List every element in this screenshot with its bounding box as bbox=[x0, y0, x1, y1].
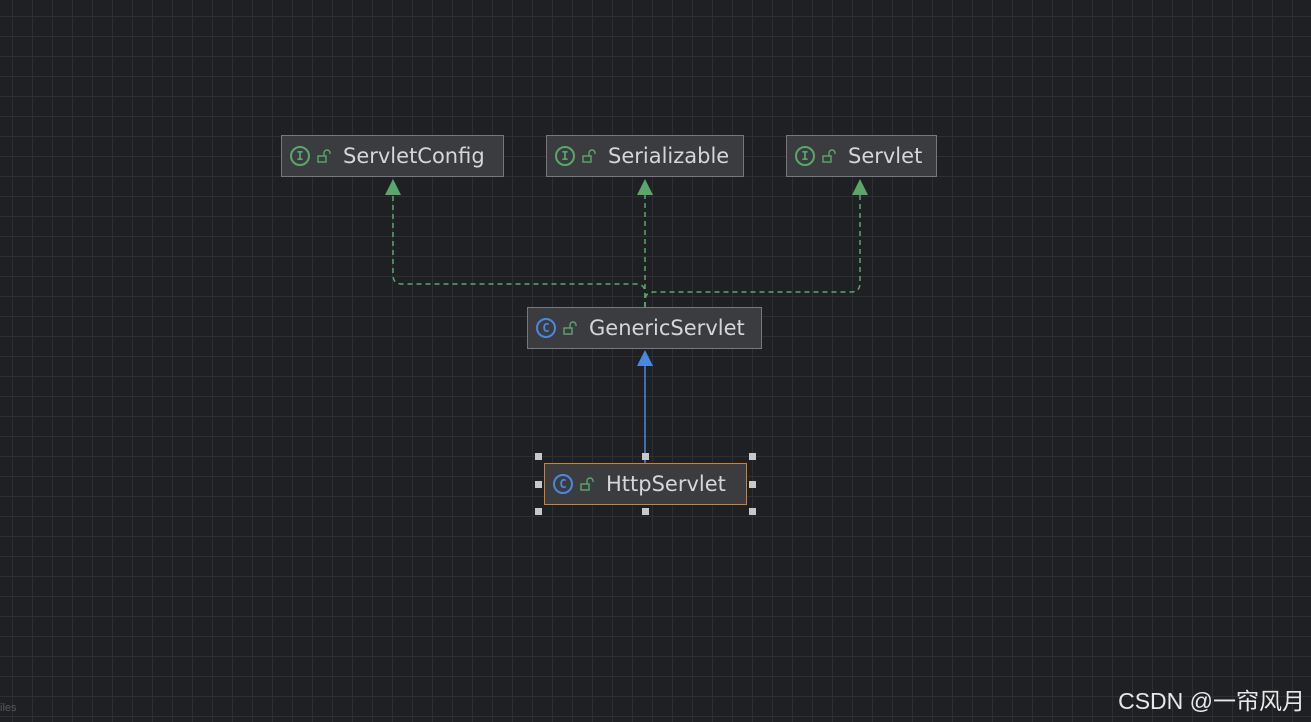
resize-handle-top-left[interactable] bbox=[535, 453, 542, 460]
arrowhead-servlet bbox=[852, 179, 868, 195]
unlocked-icon bbox=[582, 149, 596, 163]
node-label: GenericServlet bbox=[589, 316, 745, 340]
resize-handle-bottom-left[interactable] bbox=[535, 508, 542, 515]
resize-handle-bottom[interactable] bbox=[642, 508, 649, 515]
unlocked-icon bbox=[563, 321, 577, 335]
class-icon: C bbox=[536, 318, 556, 338]
node-label: Serializable bbox=[608, 144, 730, 168]
interface-icon: I bbox=[795, 146, 815, 166]
implements-edge-servletconfig bbox=[392, 195, 646, 307]
implements-edge-servlet bbox=[644, 195, 861, 307]
unlocked-icon bbox=[317, 149, 331, 163]
node-label: Servlet bbox=[848, 144, 923, 168]
arrowhead-servletconfig bbox=[385, 179, 401, 195]
diagram-canvas[interactable]: I ServletConfig I Serializable I Servlet… bbox=[0, 0, 1311, 722]
node-label: ServletConfig bbox=[343, 144, 485, 168]
watermark: CSDN @一帘风月 bbox=[1118, 688, 1305, 714]
resize-handle-left[interactable] bbox=[535, 481, 542, 488]
node-servletconfig[interactable]: I ServletConfig bbox=[281, 135, 504, 177]
corner-label: iles bbox=[0, 702, 17, 714]
arrowhead-genericservlet bbox=[637, 350, 653, 366]
node-genericservlet[interactable]: C GenericServlet bbox=[527, 307, 762, 349]
unlocked-icon bbox=[580, 477, 594, 491]
arrowhead-serializable bbox=[637, 179, 653, 195]
resize-handle-bottom-right[interactable] bbox=[749, 508, 756, 515]
resize-handle-top-right[interactable] bbox=[749, 453, 756, 460]
resize-handle-right[interactable] bbox=[749, 481, 756, 488]
node-httpservlet[interactable]: C HttpServlet bbox=[544, 463, 747, 505]
edges-layer bbox=[385, 179, 868, 463]
node-servlet[interactable]: I Servlet bbox=[786, 135, 937, 177]
class-icon: C bbox=[553, 474, 573, 494]
interface-icon: I bbox=[290, 146, 310, 166]
unlocked-icon bbox=[822, 149, 836, 163]
interface-icon: I bbox=[555, 146, 575, 166]
resize-handle-top[interactable] bbox=[642, 453, 649, 460]
node-label: HttpServlet bbox=[606, 472, 726, 496]
node-serializable[interactable]: I Serializable bbox=[546, 135, 744, 177]
